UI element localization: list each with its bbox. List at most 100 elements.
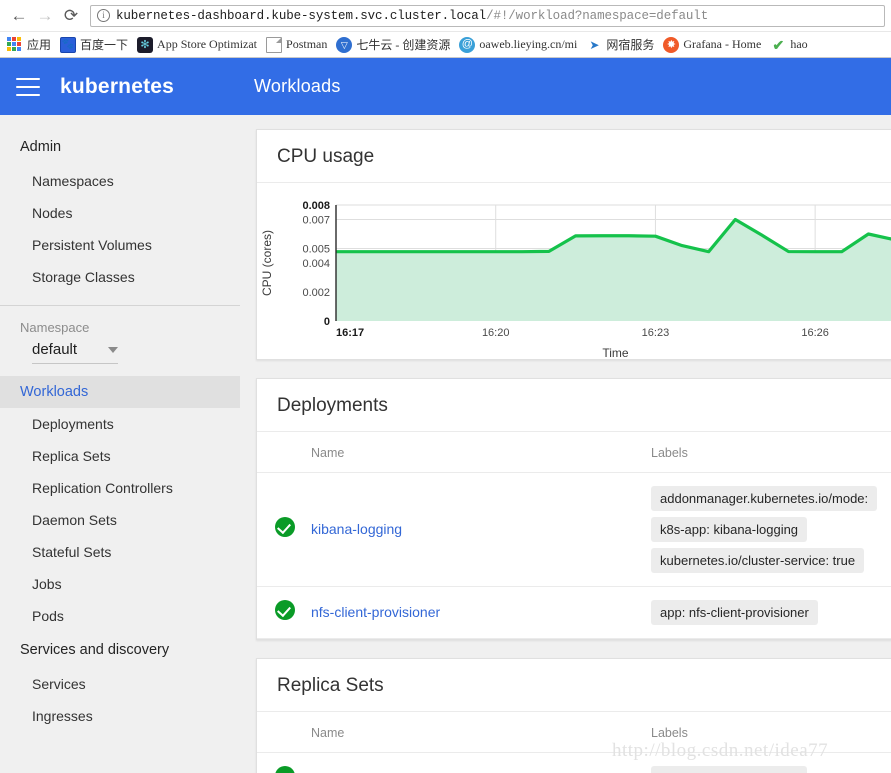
bookmark-hao123[interactable]: hao [767,34,813,56]
replica-set-link[interactable]: kibana-logging-3543001115 [311,770,483,773]
address-bar[interactable]: i kubernetes-dashboard.kube-system.svc.c… [90,4,885,27]
namespace-selected-value: default [32,341,78,358]
bookmark-app-store-optimization[interactable]: App Store Optimizat [134,34,263,56]
sidebar-item-namespaces[interactable]: Namespaces [0,165,240,197]
table-row[interactable]: nfs-client-provisioner app: nfs-client-p… [257,586,891,639]
url-text: kubernetes-dashboard.kube-system.svc.clu… [116,9,708,23]
bookmark-oaweb[interactable]: oaweb.lieying.cn/mi [456,34,583,56]
bookmark-postman[interactable]: Postman [263,34,333,56]
svg-text:0.007: 0.007 [302,215,330,227]
table-row[interactable]: kibana-logging-3543001115 k8s-app: kiban… [257,752,891,773]
cpu-usage-title: CPU usage [277,146,375,167]
table-row[interactable]: kibana-logging addonmanager.kubernetes.i… [257,472,891,587]
sidebar-item-replica-sets[interactable]: Replica Sets [0,440,240,472]
deployment-link[interactable]: nfs-client-provisioner [311,604,440,620]
reload-icon[interactable]: ⟳ [58,3,84,29]
brand-title: kubernetes [60,74,175,98]
svg-text:0.002: 0.002 [302,287,330,299]
sidebar-item-pods[interactable]: Pods [0,600,240,632]
bookmark-label: App Store Optimizat [157,37,258,51]
qiniu-icon [336,36,353,53]
sidebar-section-services-and-discovery: Services and discovery [20,642,170,658]
chevron-down-icon [108,346,118,353]
hao123-icon [770,37,786,53]
replica-sets-title: Replica Sets [277,675,384,696]
name-column-header: Name [303,432,643,473]
sidebar-item-workloads[interactable]: Workloads [0,376,240,408]
wangsu-icon [586,37,602,53]
bookmark-grafana[interactable]: Grafana - Home [660,34,767,56]
deployments-card: Deployments Name Labels kibana-logging a… [256,378,891,640]
app-store-optimization-icon [137,36,154,53]
cpu-usage-chart-svg: 0.008 0.007 0.005 0.004 0.002 0 16:17 16:20 16:2… [260,200,891,360]
namespace-label: Namespace [20,320,90,335]
sidebar-item-replication-controllers[interactable]: Replication Controllers [0,472,240,504]
sidebar-item-deployments[interactable]: Deployments [0,408,240,440]
site-info-icon[interactable]: i [97,9,110,22]
browser-chrome: ← → ⟳ i kubernetes-dashboard.kube-system… [0,0,891,58]
apps-grid-icon [7,36,23,53]
deployment-link[interactable]: kibana-logging [311,521,402,537]
svg-text:0.008: 0.008 [302,200,330,212]
status-cell [257,472,303,587]
sidebar-item-stateful-sets[interactable]: Stateful Sets [0,536,240,568]
bookmark-label: hao [790,37,808,51]
postman-page-icon [266,36,283,53]
bookmark-label: Postman [286,37,328,51]
bookmark-wangsu[interactable]: 网宿服务 [583,34,660,56]
bookmark-baidu[interactable]: 百度一下 [57,34,134,56]
sidebar-item-nodes[interactable]: Nodes [0,197,240,229]
app-body: Admin Namespaces Nodes Persistent Volume… [0,115,891,773]
svg-text:16:26: 16:26 [801,327,829,339]
sidebar-section-admin: Admin [20,139,62,155]
bookmark-label: 应用 [27,38,52,52]
bookmark-qiniu[interactable]: 七牛云 - 创建资源 [333,34,456,56]
back-arrow-icon[interactable]: ← [6,3,32,29]
deployments-table: Name Labels kibana-logging addonmanager.… [257,432,891,639]
sidebar-item-services[interactable]: Services [0,668,240,700]
bookmark-label: 网宿服务 [606,38,655,52]
hamburger-menu-icon[interactable] [16,77,40,96]
app-header: kubernetes Workloads [0,58,891,115]
sidebar-item-ingresses[interactable]: Ingresses [0,700,240,732]
labels-cell: k8s-app: kibana-logging [643,752,891,773]
svg-text:0: 0 [324,316,330,328]
cpu-usage-card: CPU usage 0.008 0.007 0.005 0.004 0.002 0 16:1… [256,129,891,360]
label-chip: k8s-app: kibana-logging [651,766,808,773]
name-column-header: Name [303,712,643,753]
status-column-header [257,712,303,753]
labels-cell: app: nfs-client-provisioner [643,586,891,639]
baidu-icon [60,36,77,53]
bookmark-label: 百度一下 [80,38,129,52]
grafana-icon [663,36,680,53]
labels-cell: addonmanager.kubernetes.io/mode: k8s-app… [643,472,891,587]
svg-text:16:23: 16:23 [642,327,670,339]
status-cell [257,752,303,773]
label-chip: app: nfs-client-provisioner [651,600,818,625]
main-content: CPU usage 0.008 0.007 0.005 0.004 0.002 0 16:1… [240,115,891,773]
replica-sets-table: Name Labels kibana-logging-3543001115 [257,712,891,773]
bookmark-label: 七牛云 - 创建资源 [356,38,451,52]
url-path: /#!/workload?namespace=default [486,8,709,23]
oaweb-icon [459,36,476,53]
bookmarks-bar: 应用 百度一下 App Store Optimizat Postman 七牛云 … [0,31,891,57]
sidebar-item-persistent-volumes[interactable]: Persistent Volumes [0,229,240,261]
sidebar-item-daemon-sets[interactable]: Daemon Sets [0,504,240,536]
svg-text:0.005: 0.005 [302,244,330,256]
bookmark-label: Grafana - Home [683,37,762,51]
namespace-select[interactable]: default [32,341,118,364]
labels-column-header: Labels [643,712,891,753]
svg-text:16:17: 16:17 [336,327,364,339]
label-chip: kubernetes.io/cluster-service: true [651,548,865,573]
page-title: Workloads [254,76,341,96]
sidebar-item-storage-classes[interactable]: Storage Classes [0,261,240,293]
name-cell: nfs-client-provisioner [303,586,643,639]
forward-arrow-icon[interactable]: → [32,3,58,29]
name-cell: kibana-logging-3543001115 [303,752,643,773]
status-column-header [257,432,303,473]
svg-text:CPU (cores): CPU (cores) [260,230,274,296]
cpu-usage-card-header: CPU usage [257,130,891,183]
sidebar-item-jobs[interactable]: Jobs [0,568,240,600]
name-cell: kibana-logging [303,472,643,587]
bookmark-apps[interactable]: 应用 [4,34,57,56]
